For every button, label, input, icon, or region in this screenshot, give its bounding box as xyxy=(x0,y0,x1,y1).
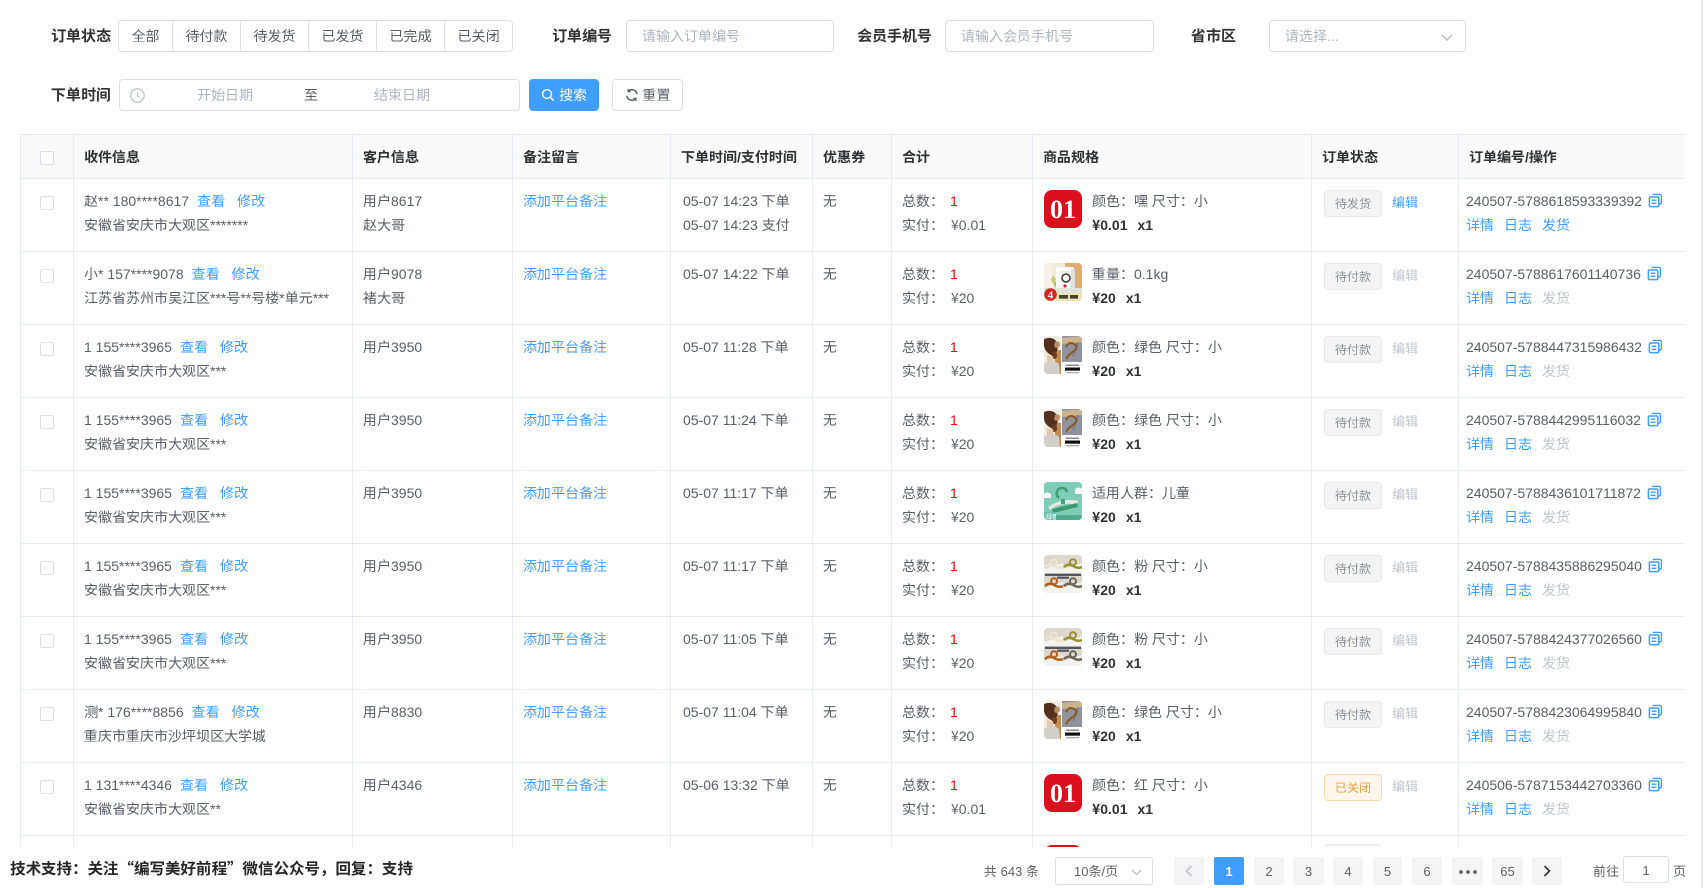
svg-text:01: 01 xyxy=(1050,195,1076,224)
svg-text:01: 01 xyxy=(1050,779,1076,808)
svg-text:4: 4 xyxy=(1048,290,1054,302)
